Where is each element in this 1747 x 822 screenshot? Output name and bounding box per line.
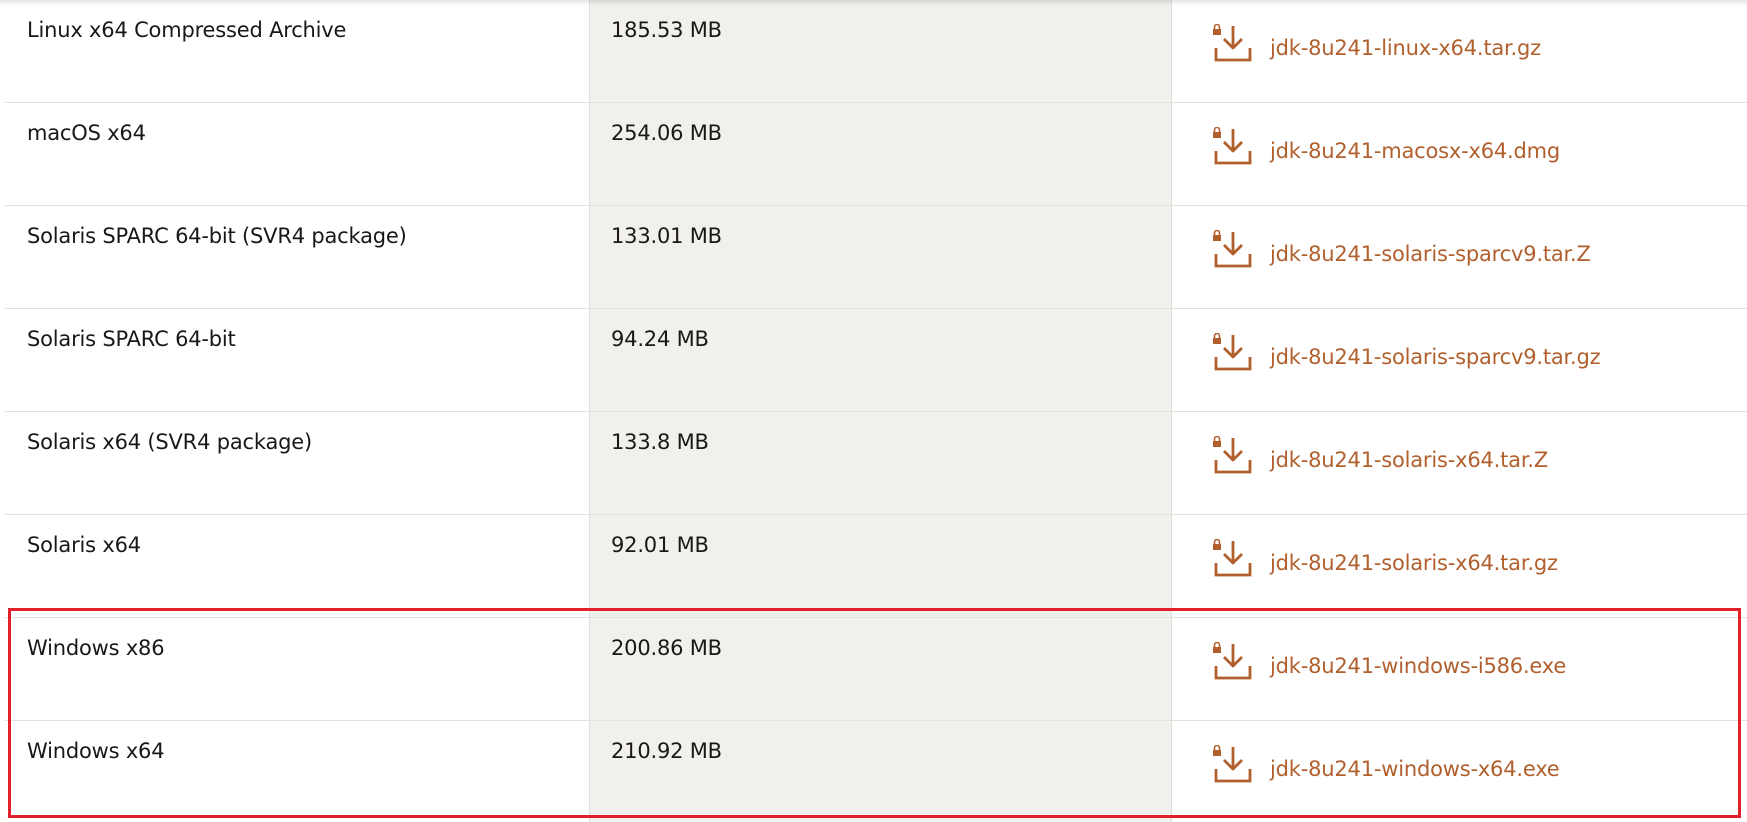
download-link[interactable]: jdk-8u241-solaris-sparcv9.tar.Z <box>1212 230 1591 272</box>
file-cell: jdk-8u241-linux-x64.tar.gz <box>1172 0 1747 102</box>
table-row: Solaris x64 (SVR4 package) 133.8 MB jdk-… <box>5 412 1747 515</box>
download-locked-icon <box>1213 127 1252 165</box>
download-link[interactable]: jdk-8u241-linux-x64.tar.gz <box>1212 24 1541 66</box>
size-cell: 92.01 MB <box>589 515 1172 617</box>
platform-cell: Windows x64 <box>27 739 165 763</box>
size-cell: 185.53 MB <box>589 0 1172 102</box>
download-locked-icon <box>1213 333 1252 371</box>
platform-cell: Solaris x64 <box>27 533 141 557</box>
size-cell: 133.8 MB <box>589 412 1172 514</box>
header-shadow <box>0 0 1747 6</box>
file-name[interactable]: jdk-8u241-solaris-sparcv9.tar.gz <box>1270 337 1601 371</box>
table-row: Linux x64 Compressed Archive 185.53 MB j… <box>5 0 1747 103</box>
file-name[interactable]: jdk-8u241-solaris-sparcv9.tar.Z <box>1270 234 1591 268</box>
file-cell: jdk-8u241-solaris-x64.tar.gz <box>1172 515 1747 617</box>
file-cell: jdk-8u241-solaris-sparcv9.tar.Z <box>1172 206 1747 308</box>
platform-cell: Windows x86 <box>27 636 165 660</box>
file-name[interactable]: jdk-8u241-windows-x64.exe <box>1270 749 1560 783</box>
download-table: Linux x64 Compressed Archive 185.53 MB j… <box>5 0 1747 822</box>
download-locked-icon <box>1213 24 1252 62</box>
file-cell: jdk-8u241-solaris-x64.tar.Z <box>1172 412 1747 514</box>
file-name[interactable]: jdk-8u241-linux-x64.tar.gz <box>1270 28 1541 62</box>
table-row: Windows x64 210.92 MB jdk-8u241-windows-… <box>5 721 1747 822</box>
size-cell: 254.06 MB <box>589 103 1172 205</box>
download-locked-icon <box>1213 539 1252 577</box>
download-link[interactable]: jdk-8u241-solaris-sparcv9.tar.gz <box>1212 333 1601 375</box>
download-link[interactable]: jdk-8u241-windows-x64.exe <box>1212 745 1560 787</box>
table-row: Windows x86 200.86 MB jdk-8u241-windows-… <box>5 618 1747 721</box>
file-name[interactable]: jdk-8u241-solaris-x64.tar.Z <box>1270 440 1548 474</box>
platform-cell: Solaris x64 (SVR4 package) <box>27 430 312 454</box>
platform-cell: macOS x64 <box>27 121 146 145</box>
platform-cell: Linux x64 Compressed Archive <box>27 18 347 42</box>
download-page: Linux x64 Compressed Archive 185.53 MB j… <box>0 0 1747 822</box>
download-link[interactable]: jdk-8u241-solaris-x64.tar.Z <box>1212 436 1548 478</box>
size-cell: 133.01 MB <box>589 206 1172 308</box>
file-name[interactable]: jdk-8u241-macosx-x64.dmg <box>1270 131 1560 165</box>
download-link[interactable]: jdk-8u241-windows-i586.exe <box>1212 642 1566 684</box>
file-name[interactable]: jdk-8u241-solaris-x64.tar.gz <box>1270 543 1558 577</box>
platform-cell: Solaris SPARC 64-bit (SVR4 package) <box>27 224 407 248</box>
table-row: Solaris SPARC 64-bit (SVR4 package) 133.… <box>5 206 1747 309</box>
size-cell: 94.24 MB <box>589 309 1172 411</box>
download-link[interactable]: jdk-8u241-macosx-x64.dmg <box>1212 127 1560 169</box>
file-cell: jdk-8u241-macosx-x64.dmg <box>1172 103 1747 205</box>
table-row: macOS x64 254.06 MB jdk-8u241-macosx-x64… <box>5 103 1747 206</box>
file-cell: jdk-8u241-windows-x64.exe <box>1172 721 1747 822</box>
file-cell: jdk-8u241-solaris-sparcv9.tar.gz <box>1172 309 1747 411</box>
size-cell: 210.92 MB <box>589 721 1172 822</box>
table-row: Solaris x64 92.01 MB jdk-8u241-solaris-x… <box>5 515 1747 618</box>
download-locked-icon <box>1213 436 1252 474</box>
download-locked-icon <box>1213 745 1252 783</box>
table-row: Solaris SPARC 64-bit 94.24 MB jdk-8u241-… <box>5 309 1747 412</box>
download-locked-icon <box>1213 642 1252 680</box>
download-link[interactable]: jdk-8u241-solaris-x64.tar.gz <box>1212 539 1558 581</box>
size-cell: 200.86 MB <box>589 618 1172 720</box>
file-cell: jdk-8u241-windows-i586.exe <box>1172 618 1747 720</box>
file-name[interactable]: jdk-8u241-windows-i586.exe <box>1270 646 1566 680</box>
download-locked-icon <box>1213 230 1252 268</box>
platform-cell: Solaris SPARC 64-bit <box>27 327 236 351</box>
